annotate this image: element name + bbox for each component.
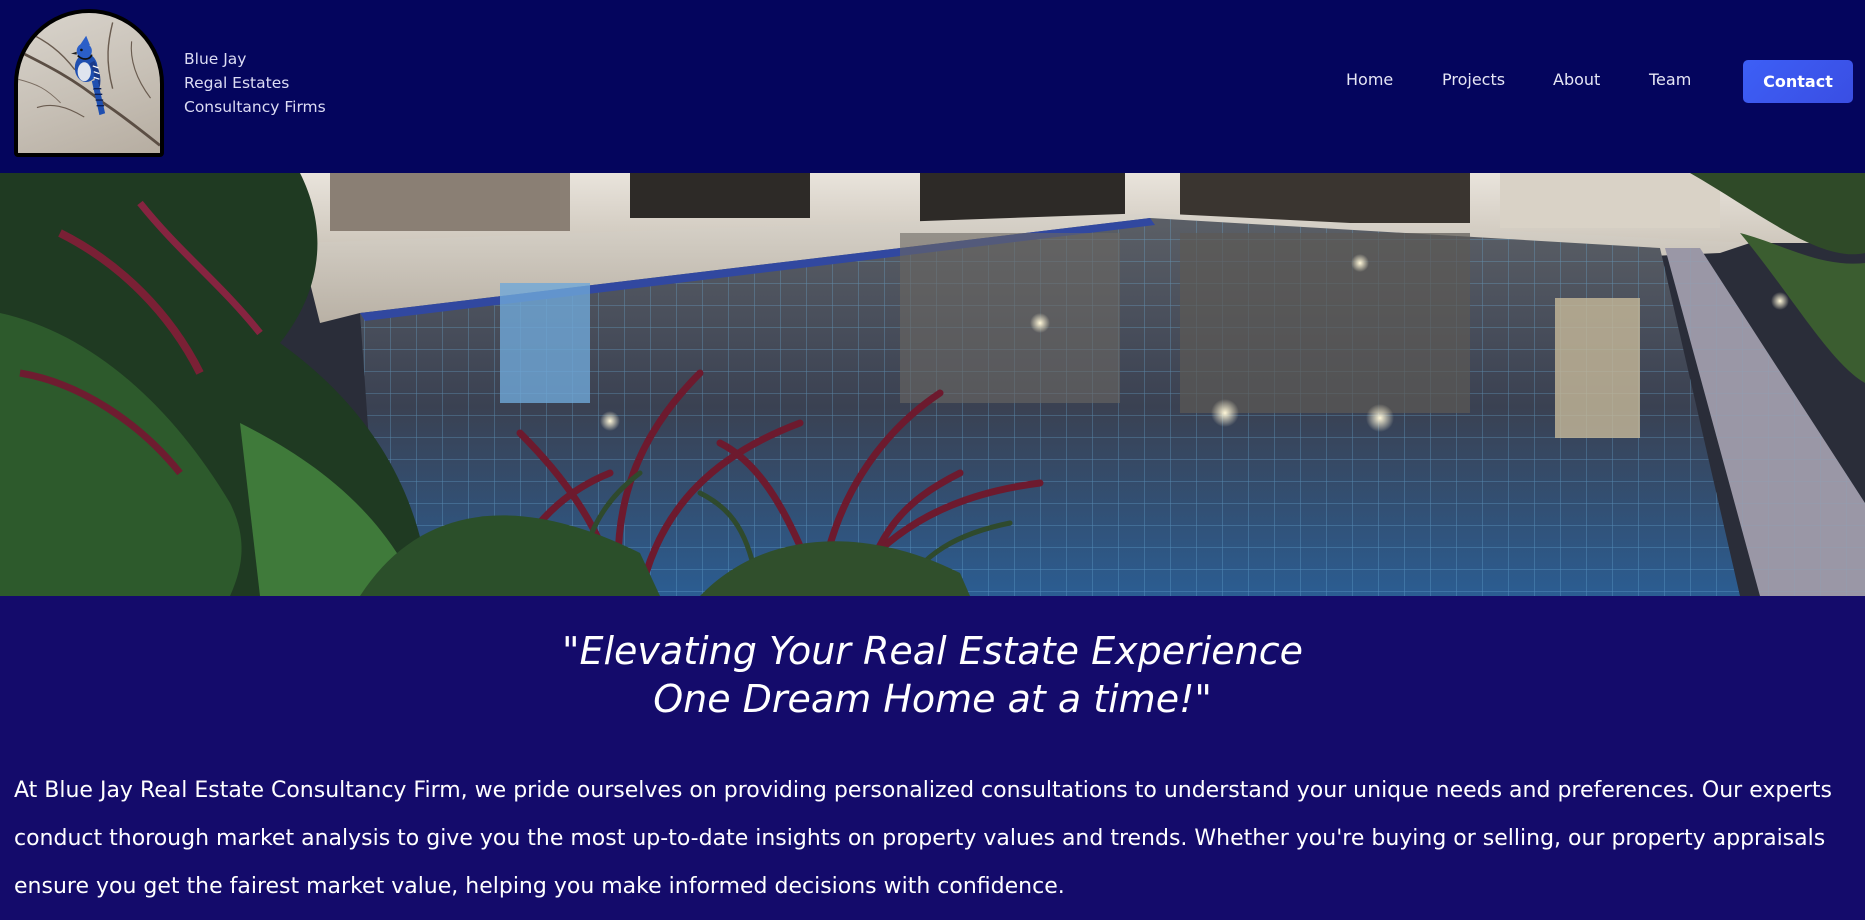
site-header: Blue Jay Regal Estates Consultancy Firms… xyxy=(0,0,1865,173)
hero-image xyxy=(0,173,1865,596)
nav-about-link[interactable]: About xyxy=(1553,70,1600,89)
intro-section: "Elevating Your Real Estate Experience O… xyxy=(0,596,1865,920)
brand-line-3: Consultancy Firms xyxy=(184,98,326,116)
brand-line-1: Blue Jay xyxy=(184,50,247,68)
nav-home-link[interactable]: Home xyxy=(1346,70,1393,89)
contact-button[interactable]: Contact xyxy=(1743,60,1853,103)
nav-team-link[interactable]: Team xyxy=(1649,70,1691,89)
tagline: "Elevating Your Real Estate Experience O… xyxy=(0,627,1865,723)
nav-projects-link[interactable]: Projects xyxy=(1442,70,1505,89)
brand-name: Blue Jay Regal Estates Consultancy Firms xyxy=(184,47,326,119)
description-paragraph: At Blue Jay Real Estate Consultancy Firm… xyxy=(14,778,1832,899)
tagline-line-1: "Elevating Your Real Estate Experience xyxy=(562,629,1303,673)
brand-line-2: Regal Estates xyxy=(184,74,290,92)
tagline-line-2: One Dream Home at a time!" xyxy=(653,677,1212,721)
blue-jay-logo-icon[interactable] xyxy=(14,9,164,157)
